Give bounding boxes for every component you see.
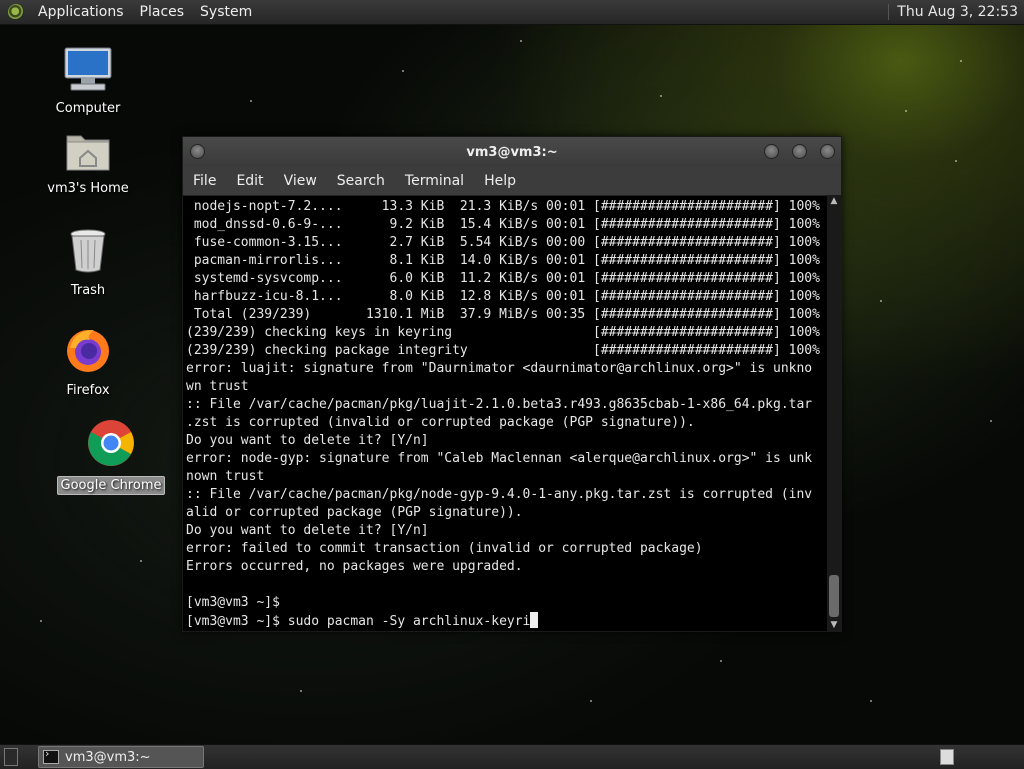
terminal-line: (239/239) checking package integrity [##…: [186, 343, 820, 358]
terminal-line: :: File /var/cache/pacman/pkg/luajit-2.1…: [186, 397, 813, 412]
terminal-line: wn trust: [186, 379, 249, 394]
desktop-icon-chrome[interactable]: Google Chrome: [56, 418, 166, 495]
terminal-icon: [43, 747, 59, 764]
menu-file[interactable]: File: [183, 173, 226, 189]
scroll-up-icon[interactable]: ▲: [827, 195, 841, 207]
desktop-icon-label: vm3's Home: [47, 181, 129, 196]
desktop-icon-trash[interactable]: Trash: [33, 228, 143, 299]
desktop-icon-label: Firefox: [66, 383, 110, 398]
window-titlebar[interactable]: vm3@vm3:~: [183, 137, 841, 167]
taskbar-window-label: vm3@vm3:~: [65, 749, 151, 765]
terminal-line: [vm3@vm3 ~]$: [186, 595, 280, 610]
terminal-line: Do you want to delete it? [Y/n]: [186, 523, 429, 538]
clock[interactable]: Thu Aug 3, 22:53: [888, 4, 1024, 20]
terminal-line: (239/239) checking keys in keyring [####…: [186, 325, 820, 340]
applications-menu[interactable]: Applications: [30, 4, 132, 20]
scroll-down-icon[interactable]: ▼: [827, 619, 841, 631]
terminal-output[interactable]: nodejs-nopt-7.2.... 13.3 KiB 21.3 KiB/s …: [183, 195, 827, 631]
terminal-line: [vm3@vm3 ~]$ sudo pacman -Sy archlinux-k…: [186, 614, 531, 629]
taskbar-window-button[interactable]: vm3@vm3:~: [38, 746, 204, 768]
home-folder-icon: [33, 128, 143, 176]
terminal-line: pacman-mirrorlis... 8.1 KiB 14.0 KiB/s 0…: [186, 253, 820, 268]
maximize-icon[interactable]: [792, 144, 807, 159]
menu-view[interactable]: View: [274, 173, 327, 189]
firefox-icon: [33, 326, 143, 378]
workspace-switcher[interactable]: [940, 749, 954, 765]
desktop-icon-firefox[interactable]: Firefox: [33, 326, 143, 399]
terminal-line: systemd-sysvcomp... 6.0 KiB 11.2 KiB/s 0…: [186, 271, 820, 286]
desktop-icon-label: Computer: [55, 101, 121, 116]
terminal-line: :: File /var/cache/pacman/pkg/node-gyp-9…: [186, 487, 813, 502]
terminal-line: alid or corrupted package (PGP signature…: [186, 505, 523, 520]
menu-search[interactable]: Search: [327, 173, 395, 189]
window-title: vm3@vm3:~: [466, 144, 558, 160]
scrollbar-thumb[interactable]: [829, 575, 839, 617]
terminal-menubar: File Edit View Search Terminal Help: [183, 167, 841, 196]
terminal-line: harfbuzz-icu-8.1... 8.0 KiB 12.8 KiB/s 0…: [186, 289, 820, 304]
system-menu[interactable]: System: [192, 4, 260, 20]
terminal-line: nodejs-nopt-7.2.... 13.3 KiB 21.3 KiB/s …: [186, 199, 820, 214]
desktop-icon-home[interactable]: vm3's Home: [33, 128, 143, 197]
distro-logo-icon[interactable]: [8, 4, 24, 20]
terminal-line: Errors occurred, no packages were upgrad…: [186, 559, 523, 574]
desktop-icon-computer[interactable]: Computer: [33, 46, 143, 117]
bottom-panel: vm3@vm3:~: [0, 744, 1024, 769]
menu-help[interactable]: Help: [474, 173, 526, 189]
desktop-icon-label: Google Chrome: [56, 476, 166, 495]
terminal-line: error: failed to commit transaction (inv…: [186, 541, 703, 556]
menu-edit[interactable]: Edit: [226, 173, 273, 189]
desktop-icon-label: Trash: [70, 283, 106, 298]
menu-terminal[interactable]: Terminal: [395, 173, 474, 189]
terminal-line: fuse-common-3.15... 2.7 KiB 5.54 KiB/s 0…: [186, 235, 820, 250]
chrome-icon: [56, 418, 166, 472]
terminal-text: nodejs-nopt-7.2.... 13.3 KiB 21.3 KiB/s …: [183, 195, 827, 631]
top-panel: Applications Places System Thu Aug 3, 22…: [0, 0, 1024, 25]
terminal-line: error: node-gyp: signature from "Caleb M…: [186, 451, 813, 466]
close-icon[interactable]: [820, 144, 835, 159]
terminal-line: Total (239/239) 1310.1 MiB 37.9 MiB/s 00…: [186, 307, 820, 322]
terminal-scrollbar[interactable]: ▲ ▼: [827, 195, 841, 631]
window-menu-icon[interactable]: [190, 144, 205, 159]
terminal-cursor: [530, 612, 539, 628]
computer-icon: [33, 46, 143, 96]
terminal-line: error: luajit: signature from "Daurnimat…: [186, 361, 813, 376]
terminal-line: nown trust: [186, 469, 265, 484]
terminal-line: mod_dnssd-0.6-9-... 9.2 KiB 15.4 KiB/s 0…: [186, 217, 820, 232]
terminal-window[interactable]: vm3@vm3:~ File Edit View Search Terminal…: [182, 136, 842, 632]
terminal-line: Do you want to delete it? [Y/n]: [186, 433, 429, 448]
places-menu[interactable]: Places: [132, 4, 193, 20]
terminal-line: .zst is corrupted (invalid or corrupted …: [186, 415, 695, 430]
show-desktop-button[interactable]: [4, 748, 18, 766]
minimize-icon[interactable]: [764, 144, 779, 159]
trash-icon: [33, 228, 143, 278]
